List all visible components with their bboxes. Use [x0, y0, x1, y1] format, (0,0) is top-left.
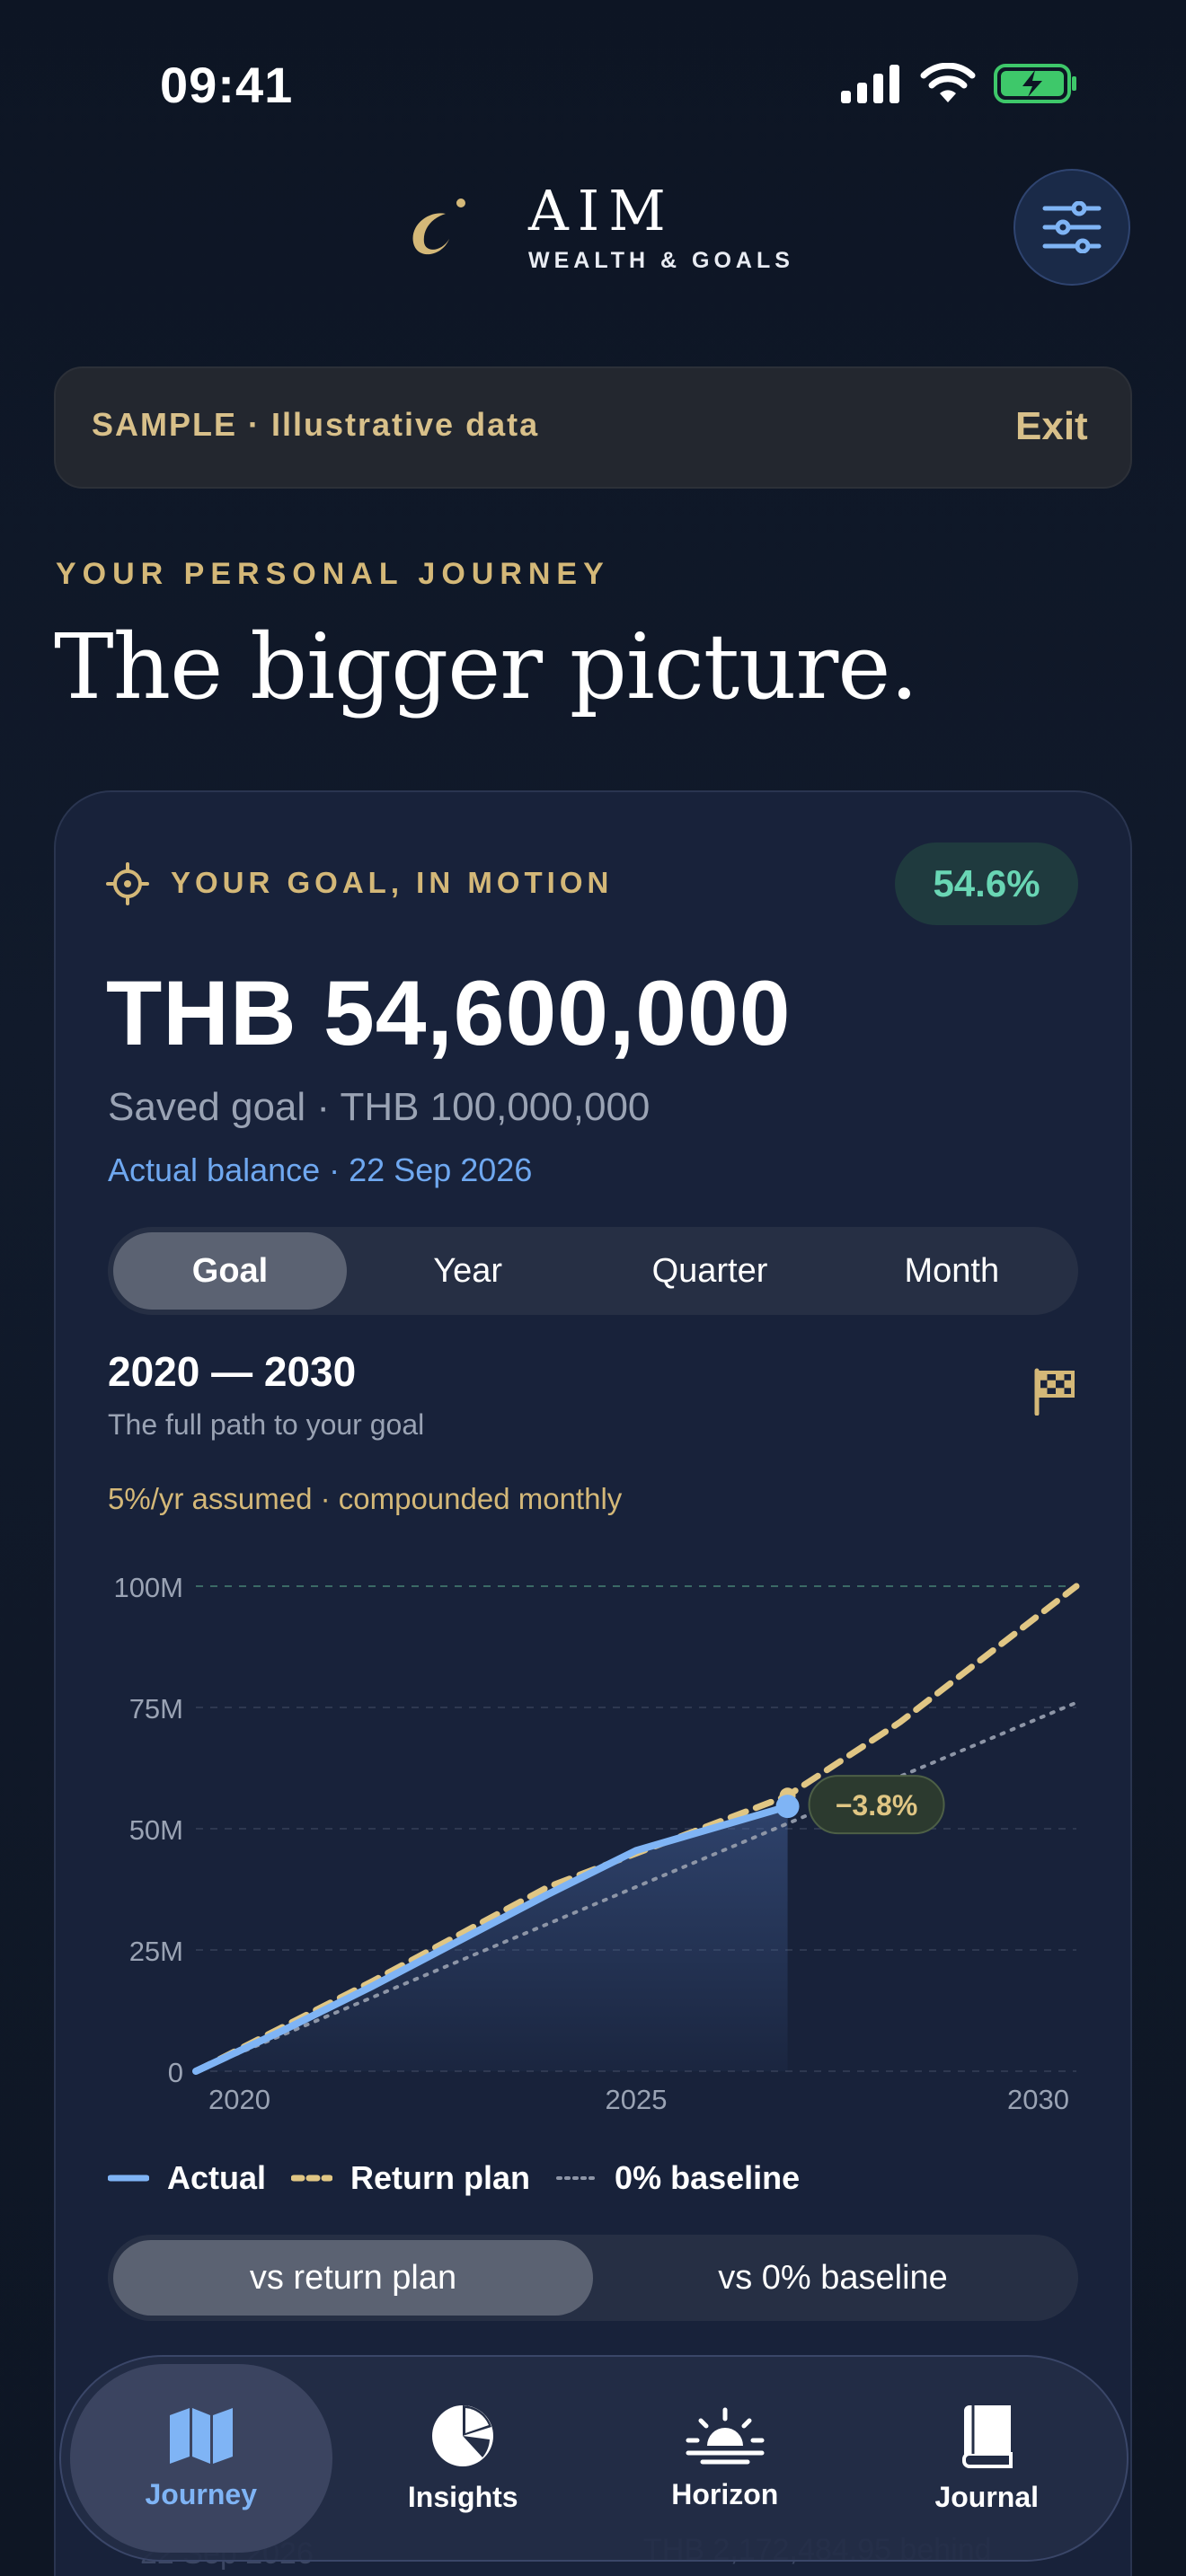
legend-baseline-label: 0% baseline	[615, 2159, 801, 2196]
tab-journal-label: Journal	[934, 2480, 1040, 2513]
tab-vs-return-plan[interactable]: vs return plan	[113, 2240, 593, 2316]
tab-insights-label: Insights	[407, 2480, 518, 2513]
tab-quarter[interactable]: Quarter	[589, 1232, 830, 1310]
checkered-flag-icon	[1034, 1368, 1075, 1416]
assumption-note: 5%/yr assumed · compounded monthly	[108, 1482, 623, 1515]
tab-vs-baseline[interactable]: vs 0% baseline	[593, 2240, 1073, 2316]
x-tick-label: 2025	[606, 2084, 668, 2115]
range-subtitle: The full path to your goal	[108, 1408, 425, 1441]
wifi-icon	[920, 63, 976, 102]
aim-logo-icon	[412, 198, 465, 255]
legend-baseline-swatch	[556, 2176, 597, 2180]
x-tick-label: 2030	[1007, 2084, 1069, 2115]
bottom-tab-bar: Journey Insights Horizon Journal	[59, 2355, 1128, 2562]
range-title: 2020 — 2030	[108, 1348, 357, 1395]
exit-sample-button[interactable]: Exit	[1015, 404, 1088, 449]
status-icons	[839, 63, 1078, 104]
tab-goal[interactable]: Goal	[113, 1232, 347, 1310]
brand-subtitle: WEALTH & GOALS	[528, 248, 794, 273]
tab-horizon-label: Horizon	[671, 2477, 779, 2510]
legend-actual-label: Actual	[167, 2159, 267, 2196]
legend-actual: Actual	[108, 2159, 266, 2197]
variance-badge-label: −3.8%	[836, 1789, 918, 1822]
battery-charging-icon	[994, 64, 1076, 103]
current-amount: THB 54,600,000	[106, 962, 792, 1064]
saved-goal-text: Saved goal · THB 100,000,000	[108, 1085, 651, 1129]
tab-journey-label: Journey	[145, 2477, 257, 2510]
sliders-icon	[1042, 201, 1102, 253]
goal-progress-chart: 0 25M 50M 75M 100M 2020 2025 2030 −3.8%	[113, 1572, 1080, 2115]
book-icon	[962, 2404, 1013, 2468]
period-segmented-control: Goal Year Quarter Month	[108, 1227, 1078, 1315]
y-tick-label: 25M	[129, 1936, 183, 1967]
pie-chart-icon	[432, 2404, 494, 2466]
tab-month[interactable]: Month	[831, 1232, 1073, 1310]
compare-segmented-control: vs return plan vs 0% baseline	[108, 2235, 1078, 2321]
actual-balance-date: Actual balance · 22 Sep 2026	[108, 1151, 533, 1188]
legend-baseline: 0% baseline	[555, 2159, 800, 2197]
y-tick-label: 0	[168, 2057, 183, 2088]
target-icon	[106, 862, 149, 905]
tab-journal[interactable]: Journal	[856, 2364, 1119, 2553]
legend-return-plan-label: Return plan	[350, 2159, 531, 2196]
y-tick-label: 100M	[113, 1572, 183, 1603]
tab-insights[interactable]: Insights	[332, 2364, 595, 2553]
progress-badge: 54.6%	[895, 842, 1078, 925]
actual-current-marker	[775, 1795, 800, 1819]
legend-return-plan-swatch	[291, 2175, 333, 2182]
chart-legend: Actual Return plan 0% baseline	[108, 2159, 800, 2197]
y-tick-label: 75M	[129, 1693, 183, 1725]
tab-journey[interactable]: Journey	[70, 2364, 332, 2553]
goal-card-label: YOUR GOAL, IN MOTION	[171, 866, 614, 899]
filter-settings-button[interactable]	[1013, 169, 1130, 286]
status-time: 09:41	[160, 57, 294, 113]
page-eyebrow: YOUR PERSONAL JOURNEY	[56, 557, 610, 591]
cellular-signal-icon	[841, 65, 899, 103]
sample-banner-label: SAMPLE · Illustrative data	[92, 406, 540, 443]
tab-year[interactable]: Year	[347, 1232, 589, 1310]
sunrise-icon	[686, 2407, 765, 2464]
x-tick-label: 2020	[208, 2084, 270, 2115]
brand-name: AIM	[528, 178, 675, 243]
map-icon	[169, 2407, 233, 2464]
legend-return-plan: Return plan	[291, 2159, 530, 2197]
y-tick-label: 50M	[129, 1814, 183, 1846]
tab-horizon[interactable]: Horizon	[594, 2364, 856, 2553]
page-title: The bigger picture.	[54, 614, 918, 719]
legend-actual-swatch	[108, 2175, 149, 2182]
